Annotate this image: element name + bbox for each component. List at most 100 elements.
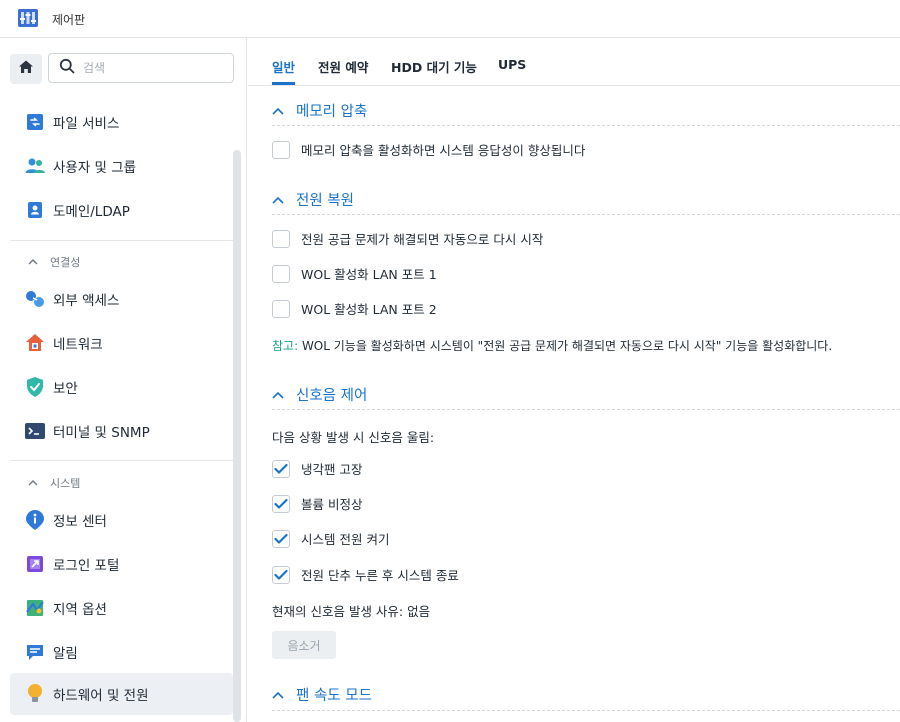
section-title: 메모리 압축 xyxy=(296,104,368,120)
chevron-up-icon xyxy=(272,387,284,403)
home-button[interactable] xyxy=(10,54,42,84)
section-divider xyxy=(272,710,900,711)
sidebar-item-hardware-power[interactable]: 하드웨어 및 전원 xyxy=(10,673,233,715)
shield-icon xyxy=(24,376,46,398)
sidebar-item-label: 외부 액세스 xyxy=(53,293,120,309)
chevron-up-icon xyxy=(272,687,284,703)
memory-compression-option[interactable]: 메모리 압축을 활성화하면 시스템 응답성이 향상됩니다 xyxy=(272,140,585,159)
tab-bar: 일반 전원 예약 HDD 대기 기능 UPS xyxy=(248,38,900,86)
option-label: WOL 활성화 LAN 포트 1 xyxy=(301,267,437,282)
chevron-up-icon xyxy=(28,477,38,490)
sidebar-scrollbar[interactable] xyxy=(233,150,241,722)
sidebar-item-login-portal[interactable]: 로그인 포털 xyxy=(10,543,233,585)
chevron-up-icon xyxy=(272,103,284,119)
network-icon xyxy=(24,332,46,354)
title-bar: 제어판 xyxy=(0,0,900,38)
auto-restart-checkbox[interactable] xyxy=(272,229,290,248)
sidebar-item-terminal-snmp[interactable]: 터미널 및 SNMP xyxy=(10,410,233,452)
option-label: 전원 단추 누른 후 시스템 종료 xyxy=(301,568,459,583)
mute-button[interactable]: 음소거 xyxy=(272,631,336,659)
sidebar-item-label: 네트워크 xyxy=(53,337,103,353)
section-title: 팬 속도 모드 xyxy=(296,688,372,704)
notification-icon xyxy=(24,641,46,663)
sidebar-item-external-access[interactable]: 외부 액세스 xyxy=(10,278,233,320)
wol-lan2-option[interactable]: WOL 활성화 LAN 포트 2 xyxy=(272,299,437,318)
beep-power-button-shutdown-option[interactable]: 전원 단추 누른 후 시스템 종료 xyxy=(272,565,459,584)
check-icon xyxy=(274,569,288,580)
note-label: 참고: xyxy=(272,339,299,353)
sidebar-item-label: 정보 센터 xyxy=(53,514,107,530)
tab-hdd-hibernation[interactable]: HDD 대기 기능 xyxy=(391,57,477,76)
external-access-icon xyxy=(24,288,46,310)
section-divider xyxy=(272,214,900,215)
beep-volume-abnormal-option[interactable]: 볼륨 비정상 xyxy=(272,494,362,513)
sidebar-item-file-services[interactable]: 파일 서비스 xyxy=(10,101,233,143)
sidebar-divider xyxy=(10,460,233,461)
sidebar-divider xyxy=(10,240,233,241)
sidebar-item-label: 파일 서비스 xyxy=(53,116,120,132)
sidebar-item-label: 알림 xyxy=(53,646,78,662)
section-divider xyxy=(272,409,900,410)
control-panel-icon xyxy=(16,6,40,30)
sidebar-item-label: 터미널 및 SNMP xyxy=(53,425,150,441)
section-divider xyxy=(272,125,900,126)
beep-status: 현재의 신호음 발생 사유: 없음 xyxy=(272,604,431,619)
sidebar-item-network[interactable]: 네트워크 xyxy=(10,322,233,364)
check-icon xyxy=(274,463,288,474)
section-header-power-recovery[interactable]: 전원 복원 xyxy=(272,189,354,210)
group-label: 시스템 xyxy=(50,477,81,490)
search-box[interactable] xyxy=(48,53,234,83)
beep-power-button-shutdown-checkbox[interactable] xyxy=(272,565,290,584)
memory-compression-checkbox[interactable] xyxy=(272,140,290,159)
tab-power-schedule[interactable]: 전원 예약 xyxy=(318,57,368,76)
sidebar-item-security[interactable]: 보안 xyxy=(10,366,233,408)
sidebar-item-notifications[interactable]: 알림 xyxy=(10,631,233,673)
sidebar-item-label: 보안 xyxy=(53,381,78,397)
beep-power-on-option[interactable]: 시스템 전원 켜기 xyxy=(272,529,389,548)
main-panel: 일반 전원 예약 HDD 대기 기능 UPS 메모리 압축 메모리 압축을 활성… xyxy=(248,38,900,722)
tab-general[interactable]: 일반 xyxy=(272,57,295,76)
option-label: 볼륨 비정상 xyxy=(301,497,363,512)
beep-volume-abnormal-checkbox[interactable] xyxy=(272,494,290,513)
beep-fan-failure-checkbox[interactable] xyxy=(272,459,290,478)
sidebar-item-label: 하드웨어 및 전원 xyxy=(53,688,149,704)
beep-intro: 다음 상황 발생 시 신호음 울림: xyxy=(272,430,435,445)
check-icon xyxy=(274,498,288,509)
active-tab-indicator xyxy=(272,82,295,85)
group-header-system[interactable]: 시스템 xyxy=(28,475,80,491)
section-title: 신호음 제어 xyxy=(296,388,368,404)
beep-fan-failure-option[interactable]: 냉각팬 고장 xyxy=(272,459,362,478)
beep-power-on-checkbox[interactable] xyxy=(272,529,290,548)
section-title: 전원 복원 xyxy=(296,193,354,209)
section-header-beep-control[interactable]: 신호음 제어 xyxy=(272,384,367,405)
note-text: WOL 기능을 활성화하면 시스템이 "전원 공급 문제가 해결되면 자동으로 … xyxy=(298,339,833,353)
check-icon xyxy=(274,533,288,544)
home-icon xyxy=(18,59,34,79)
tab-ups[interactable]: UPS xyxy=(498,57,526,72)
info-icon xyxy=(24,509,46,531)
sidebar-item-regional-options[interactable]: 지역 옵션 xyxy=(10,587,233,629)
wol-lan1-option[interactable]: WOL 활성화 LAN 포트 1 xyxy=(272,264,437,283)
sidebar-item-users-groups[interactable]: 사용자 및 그룹 xyxy=(10,145,233,187)
option-label: 냉각팬 고장 xyxy=(301,462,363,477)
section-header-fan-speed[interactable]: 팬 속도 모드 xyxy=(272,684,372,705)
option-label: 시스템 전원 켜기 xyxy=(301,532,390,547)
window-title: 제어판 xyxy=(52,13,86,27)
login-portal-icon xyxy=(24,553,46,575)
file-services-icon xyxy=(24,111,46,133)
map-icon xyxy=(24,597,46,619)
sidebar-item-info-center[interactable]: 정보 센터 xyxy=(10,499,233,541)
wol-note: 참고: WOL 기능을 활성화하면 시스템이 "전원 공급 문제가 해결되면 자… xyxy=(272,337,832,354)
chevron-up-icon xyxy=(28,256,38,269)
sidebar-item-domain-ldap[interactable]: 도메인/LDAP xyxy=(10,189,233,231)
option-label: 메모리 압축을 활성화하면 시스템 응답성이 향상됩니다 xyxy=(301,143,586,158)
wol-lan1-checkbox[interactable] xyxy=(272,264,290,283)
sidebar: 파일 서비스 사용자 및 그룹 도메인/LDAP 연결성 외부 액세스 네트워크 xyxy=(0,38,247,722)
search-input[interactable] xyxy=(83,61,223,75)
auto-restart-option[interactable]: 전원 공급 문제가 해결되면 자동으로 다시 시작 xyxy=(272,229,543,248)
section-header-memory[interactable]: 메모리 압축 xyxy=(272,100,367,121)
group-header-connectivity[interactable]: 연결성 xyxy=(28,254,80,270)
chevron-up-icon xyxy=(272,192,284,208)
wol-lan2-checkbox[interactable] xyxy=(272,299,290,318)
terminal-icon xyxy=(24,420,46,442)
